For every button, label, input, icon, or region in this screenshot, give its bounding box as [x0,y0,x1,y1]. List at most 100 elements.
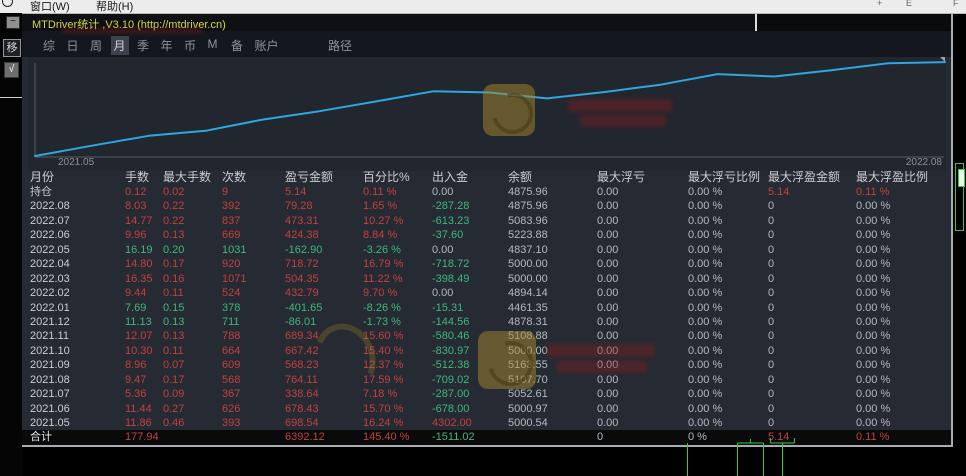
value-cell: 177.94 [125,430,163,444]
tab-M[interactable]: M [205,36,221,52]
value-cell: 0.13 [163,315,222,329]
minimize-button[interactable]: − [6,16,20,29]
value-cell: 432.79 [285,286,363,300]
value-cell: 5083.96 [508,214,597,228]
value-cell: 0.12 [125,185,163,199]
value-cell: 0.00 [597,358,688,372]
table-row[interactable]: 2021.0511.860.46393698.5416.24 %4302.005… [22,416,951,430]
value-cell: 0 % [688,430,768,444]
path-label[interactable]: 路径 [328,37,352,54]
value-cell: 718.72 [285,257,363,271]
table-row[interactable]: 2021.075.360.09367338.647.18 %-287.00505… [22,387,951,401]
value-cell: 17.59 % [363,373,432,387]
value-cell: 4875.96 [508,185,597,199]
toolbar-icon[interactable]: + [877,0,882,8]
value-cell: 0.00 % [688,416,768,430]
value-cell: 12.37 % [363,358,432,372]
value-cell: 0.00 [597,214,688,228]
table-row[interactable]: 2021.0611.440.27626678.4315.70 %-678.005… [22,402,951,416]
value-cell: 9.96 [125,228,163,242]
value-cell: 5.14 [768,430,856,444]
table-row[interactable]: 2022.0714.770.22837473.3110.27 %-613.235… [22,214,951,228]
value-cell: 0.27 [163,402,222,416]
table-row[interactable]: 2021.098.960.07609568.2312.37 %-512.3851… [22,358,951,372]
table-row[interactable]: 2021.1112.070.13788689.3415.60 %-580.465… [22,329,951,343]
move-button[interactable]: 移 [3,39,21,57]
value-cell: 5052.61 [508,387,597,401]
tab-周[interactable]: 周 [87,36,105,55]
value-cell: 0.00 % [688,243,768,257]
value-cell: 0.00 % [856,315,950,329]
tab-综[interactable]: 综 [40,36,58,55]
value-cell: 626 [222,402,285,416]
value-cell: 0 [768,387,856,401]
table-row[interactable]: 2022.029.440.11524432.799.70 %0.004894.1… [22,286,951,300]
value-cell: 0.00 % [856,199,950,213]
table-row[interactable]: 2022.0516.190.201031-162.90-3.26 %0.0048… [22,243,951,257]
table-header: 月份手数最大手数次数盈亏金额百分比%出入金余额最大浮亏最大浮亏比例最大浮盈金额最… [22,170,951,185]
value-cell: -709.02 [432,373,508,387]
value-cell: 0.00 [432,286,508,300]
value-cell: 0.00 % [688,286,768,300]
value-cell: 0.00 % [688,257,768,271]
value-cell: 0.46 [163,416,222,430]
value-cell: 0.00 % [856,228,950,242]
value-cell: 568 [222,373,285,387]
check-button[interactable]: √ [4,62,19,78]
value-cell: 764.11 [285,373,363,387]
value-cell: 4894.14 [508,286,597,300]
menu-item[interactable]: 帮助(H) [96,0,133,14]
table-row[interactable]: 2022.017.690.15378-401.65-8.26 %-15.3144… [22,301,951,315]
value-cell: 0.00 % [856,387,950,401]
value-cell: 0.00 [597,228,688,242]
value-cell: -580.46 [432,329,508,343]
value-cell: 0.11 [163,286,222,300]
value-cell: 609 [222,358,285,372]
table-row[interactable]: 持仓0.120.0295.140.11 %0.004875.960.000.00… [22,185,951,199]
x-axis-label-end: 2022.08 [906,157,942,168]
column-header: 次数 [222,170,285,185]
value-cell: 15.60 % [363,329,432,343]
value-cell: 0.00 % [856,214,950,228]
column-header: 最大浮盈比例 [856,170,950,185]
table-row[interactable]: 2022.0316.350.161071504.3511.22 %-398.49… [22,272,951,286]
table-row[interactable]: 2022.0414.800.17920718.7216.79 %-718.725… [22,257,951,271]
tab-账户[interactable]: 账户 [252,36,282,55]
tab-年[interactable]: 年 [158,36,176,55]
tab-季[interactable]: 季 [134,36,152,55]
tab-月[interactable]: 月 [111,36,129,55]
value-cell: 0 [597,430,688,444]
toolbar-icon[interactable]: F [953,0,959,8]
tab-bar: 路径 综日周月季年币M备账户 [22,31,951,57]
value-cell: 0.00 % [688,402,768,416]
value-cell: 0 [768,358,856,372]
tab-币[interactable]: 币 [181,36,199,55]
table-row[interactable]: 2021.089.470.17568764.1117.59 %-709.0251… [22,373,951,387]
value-cell: -678.00 [432,402,508,416]
total-row[interactable]: 合计177.946392.12145.40 %-1511.0200 %5.140… [22,430,951,444]
stats-table: 月份手数最大手数次数盈亏金额百分比%出入金余额最大浮亏最大浮亏比例最大浮盈金额最… [22,170,951,445]
value-cell: 0 [768,315,856,329]
value-cell: 0.22 [163,214,222,228]
value-cell: 667.42 [285,344,363,358]
table-row[interactable]: 2021.1010.300.11664667.4215.40 %-830.975… [22,344,951,358]
value-cell: 4461.35 [508,301,597,315]
table-row[interactable]: 2022.069.960.13669424.388.84 %-37.605223… [22,228,951,242]
value-cell [222,430,285,444]
value-cell: -512.38 [432,358,508,372]
tab-备[interactable]: 备 [228,36,246,55]
value-cell: 5000.00 [508,344,597,358]
value-cell: 10.30 [125,344,163,358]
toolbar-icon[interactable]: E [906,0,912,8]
table-row[interactable]: 2021.1211.130.13711-86.01-1.73 %-144.564… [22,315,951,329]
table-row[interactable]: 2022.088.030.2239279.281.65 %-287.284875… [22,199,951,213]
value-cell: 0 [768,286,856,300]
value-cell: 0 [768,416,856,430]
value-cell: 524 [222,286,285,300]
value-cell: 920 [222,257,285,271]
value-cell: 473.31 [285,214,363,228]
menu-item[interactable]: 窗口(W) [30,0,70,14]
value-cell: 0.00 % [856,243,950,257]
value-cell: 0.16 [163,272,222,286]
tab-日[interactable]: 日 [64,36,82,55]
